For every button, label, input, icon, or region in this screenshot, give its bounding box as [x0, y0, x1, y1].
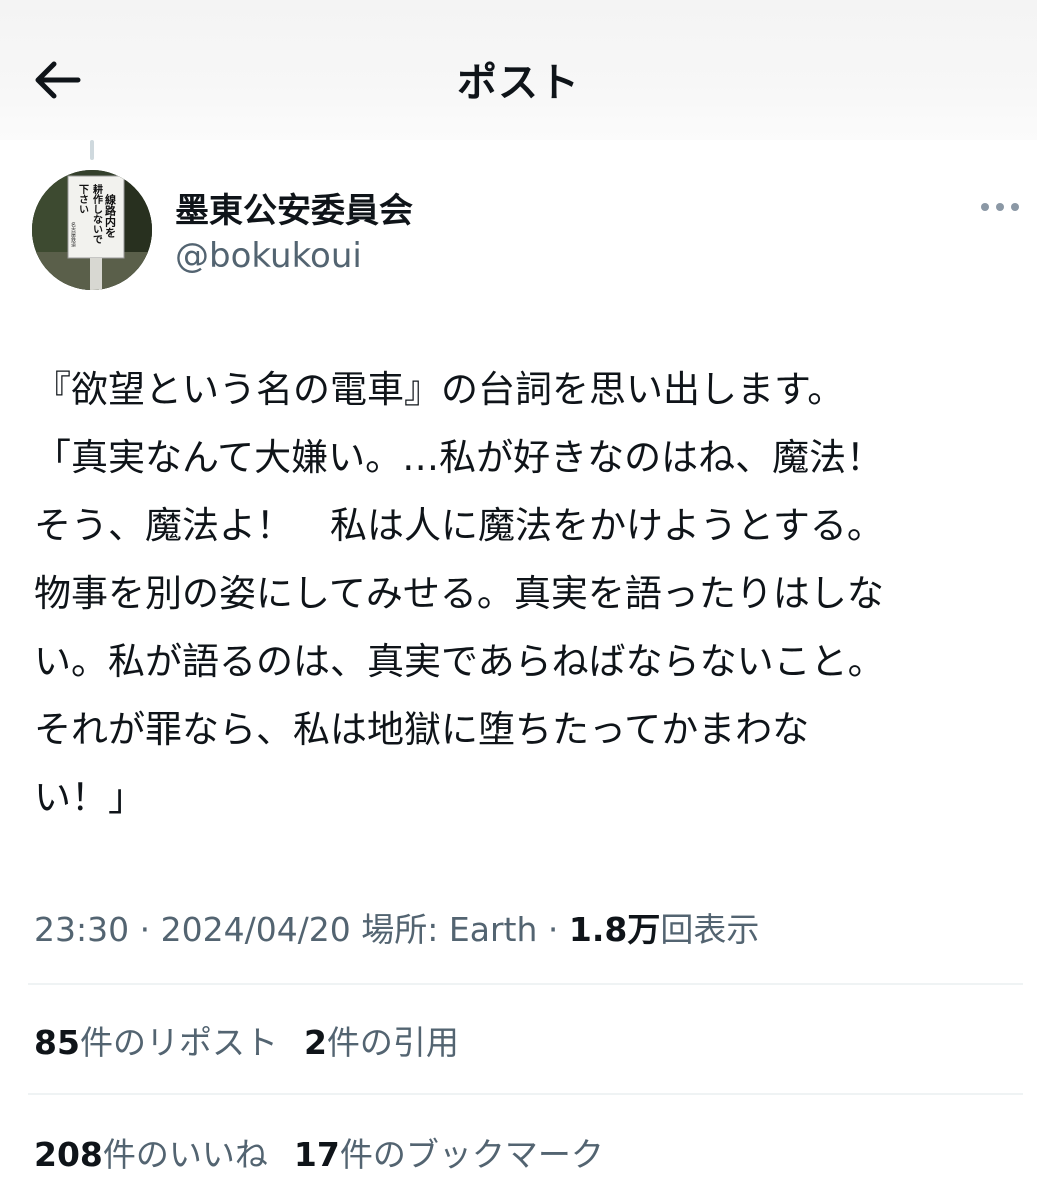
reposts-label: 件のリポスト	[79, 1023, 278, 1062]
bookmarks-label: 件のブックマーク	[339, 1135, 604, 1174]
post-meta: 23:30 · 2024/04/20 場所: Earth · 1.8万回表示	[34, 903, 759, 951]
bookmarks-count: 17	[293, 1135, 340, 1174]
post-date[interactable]: 2024/04/20	[161, 910, 351, 949]
avatar-sign-line-1: 線路内を	[104, 193, 117, 239]
meta-separator: ·	[129, 910, 161, 949]
top-bar: ポスト	[0, 0, 1037, 140]
likes-stat[interactable]: 208件のいいね	[34, 1135, 268, 1174]
post-time[interactable]: 23:30	[34, 910, 129, 949]
page-title: ポスト	[457, 60, 580, 106]
views-count: 1.8万	[568, 910, 661, 949]
likes-label: 件のいいね	[102, 1135, 268, 1174]
thread-connector-line	[90, 140, 94, 160]
reposts-count: 85	[34, 1023, 80, 1062]
meta-separator: ·	[537, 910, 569, 949]
more-horizontal-icon	[981, 203, 1019, 211]
reposts-stat[interactable]: 85件のリポスト	[34, 1023, 278, 1062]
avatar[interactable]: 線路内を 耕作しないで 下さい 名古屋鉄道	[32, 170, 152, 290]
stats-row-likes: 208件のいいね 17件のブックマーク	[34, 1128, 630, 1176]
avatar-sign-line-4: 名古屋鉄道	[70, 221, 76, 248]
quotes-label: 件の引用	[326, 1023, 459, 1062]
author-handle[interactable]: @bokukoui	[175, 236, 362, 276]
avatar-sign-line-2: 耕作しないで	[91, 183, 103, 245]
quotes-stat[interactable]: 2件の引用	[304, 1023, 459, 1062]
avatar-sign-line-3: 下さい	[77, 184, 89, 214]
quotes-count: 2	[303, 1023, 327, 1062]
avatar-image: 線路内を 耕作しないで 下さい 名古屋鉄道	[32, 170, 152, 290]
author-display-name[interactable]: 墨東公安委員会	[175, 183, 413, 232]
likes-count: 208	[34, 1135, 103, 1174]
views-label: 回表示	[660, 910, 760, 949]
post-text: 『欲望という名の電車』の台詞を思い出します。 「真実なんて大嫌い。…私が好きなの…	[34, 368, 885, 819]
more-options-button[interactable]	[975, 190, 1025, 224]
divider	[28, 1093, 1023, 1095]
post-location: 場所: Earth	[361, 910, 538, 949]
stats-row-reposts: 85件のリポスト 2件の引用	[34, 1016, 485, 1064]
divider	[28, 983, 1023, 985]
bookmarks-stat[interactable]: 17件のブックマーク	[294, 1135, 604, 1174]
